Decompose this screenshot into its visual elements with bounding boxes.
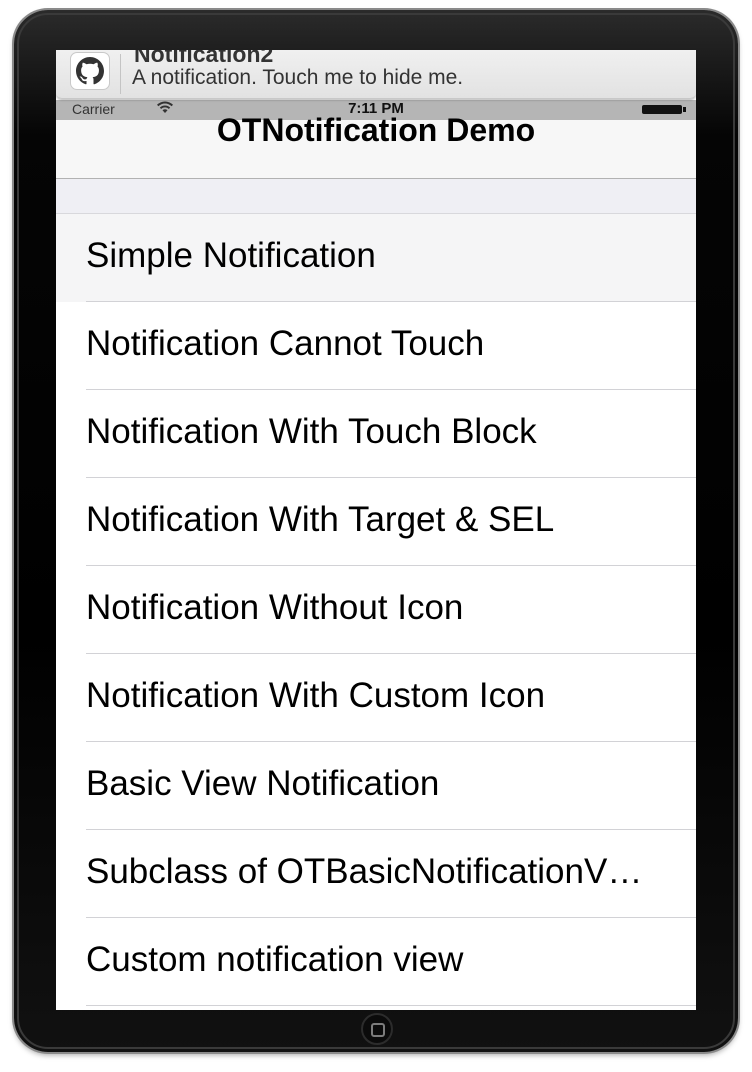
github-icon — [70, 52, 110, 90]
list-item-label: Notification Cannot Touch — [86, 324, 485, 363]
notification-banner[interactable]: Notification2 A notification. Touch me t… — [56, 50, 696, 99]
list-item-basic-view[interactable]: Basic View Notification — [56, 742, 696, 830]
table-header-gap — [56, 179, 696, 214]
navigation-bar: OTNotification Demo — [56, 112, 696, 179]
list-item-label: Simple Notification — [86, 236, 376, 275]
list-item-without-icon[interactable]: Notification Without Icon — [56, 566, 696, 654]
list-item-label: Notification With Custom Icon — [86, 676, 546, 715]
list-item-label: Custom notification view — [86, 940, 464, 979]
list-item-cannot-touch[interactable]: Notification Cannot Touch — [56, 302, 696, 390]
list-item-label: Notification With Touch Block — [86, 412, 537, 451]
home-button[interactable] — [361, 1013, 393, 1045]
notification-message: A notification. Touch me to hide me. — [132, 66, 464, 89]
list-item-touch-block[interactable]: Notification With Touch Block — [56, 390, 696, 478]
list-item-subclass[interactable]: Subclass of OTBasicNotificationV… — [56, 830, 696, 918]
list-item-custom-view[interactable]: Custom notification view — [56, 918, 696, 1006]
list-item-target-sel[interactable]: Notification With Target & SEL — [56, 478, 696, 566]
list-item-label: Subclass of OTBasicNotificationV… — [86, 852, 643, 891]
list-item-label: Basic View Notification — [86, 764, 440, 803]
list-item-label: Notification With Target & SEL — [86, 500, 555, 539]
list-item-label: Notification Without Icon — [86, 588, 464, 627]
list-item-simple-notification[interactable]: Simple Notification — [56, 214, 696, 302]
demo-list: Simple Notification Notification Cannot … — [56, 214, 696, 1006]
notification-divider — [120, 54, 121, 94]
row-separator — [86, 1005, 696, 1006]
page-title: OTNotification Demo — [216, 112, 536, 148]
home-button-icon — [371, 1023, 385, 1037]
list-item-custom-icon[interactable]: Notification With Custom Icon — [56, 654, 696, 742]
screen: Carrier 7:11 PM OTNotification Demo Simp… — [56, 50, 696, 1010]
